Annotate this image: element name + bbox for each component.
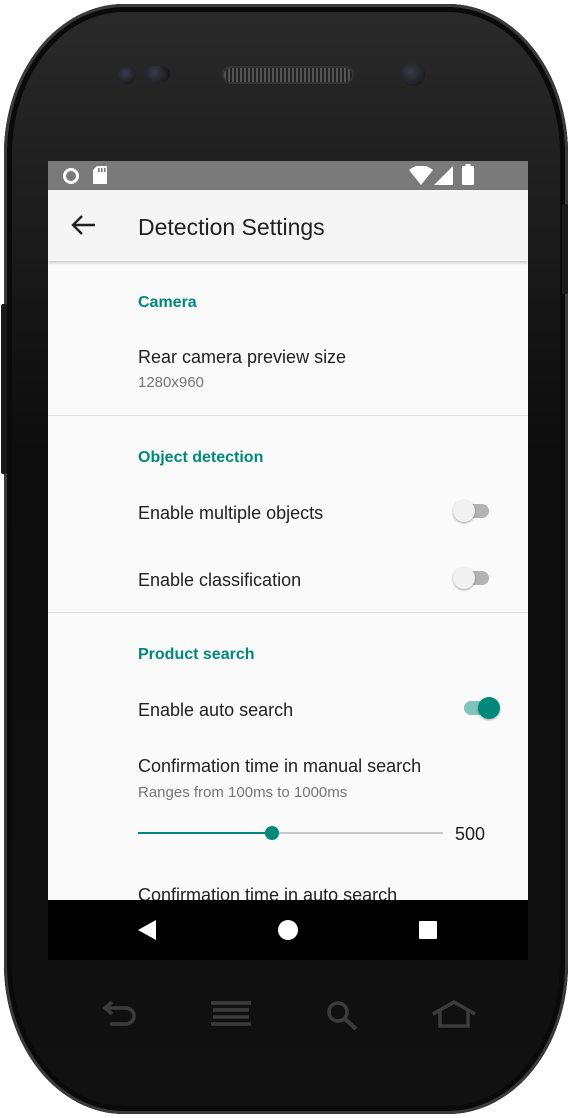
switch-thumb <box>478 697 500 719</box>
status-bar <box>48 161 528 190</box>
multiple-objects-switch[interactable] <box>453 500 495 522</box>
pref-title: Enable auto search <box>138 700 294 720</box>
pref-title: Confirmation time in manual search <box>138 756 422 776</box>
recents-square-icon[interactable] <box>419 921 437 939</box>
earpiece-speaker <box>224 68 352 82</box>
hw-home-icon[interactable] <box>431 1000 477 1028</box>
back-triangle-icon[interactable] <box>138 920 158 940</box>
slider-track-active <box>138 832 272 834</box>
sd-card-icon <box>93 166 107 184</box>
pref-confirmation-time-manual: Confirmation time in manual search Range… <box>48 746 528 856</box>
cell-signal-icon <box>434 166 453 185</box>
app-bar: Detection Settings <box>48 190 528 261</box>
screen: Detection Settings Camera Rear camera pr… <box>48 161 528 960</box>
back-arrow-icon[interactable] <box>70 214 96 236</box>
pref-enable-classification[interactable]: Enable classification <box>48 546 528 612</box>
pref-rear-camera-preview-size[interactable]: Rear camera preview size 1280x960 <box>48 331 528 415</box>
wifi-icon <box>409 166 433 185</box>
slider-thumb[interactable] <box>265 826 279 840</box>
navigation-bar <box>48 900 528 960</box>
switch-thumb <box>453 567 475 589</box>
hw-back-icon[interactable] <box>100 1000 138 1030</box>
pref-title: Enable classification <box>138 570 302 590</box>
power-button <box>562 204 568 294</box>
category-camera: Camera <box>138 294 197 311</box>
classification-switch[interactable] <box>453 567 495 589</box>
category-object-detection: Object detection <box>138 449 264 466</box>
hw-search-icon[interactable] <box>325 1000 359 1030</box>
battery-icon <box>462 164 474 185</box>
circle-notification-icon <box>63 168 79 184</box>
pref-summary: Ranges from 100ms to 1000ms <box>138 784 348 801</box>
pref-summary: 1280x960 <box>138 374 204 391</box>
front-camera-icon <box>401 62 425 86</box>
sensor-icon <box>118 66 136 84</box>
pref-enable-multiple-objects[interactable]: Enable multiple objects <box>48 479 528 545</box>
pref-enable-auto-search[interactable]: Enable auto search <box>48 676 528 742</box>
page-title: Detection Settings <box>138 214 325 240</box>
volume-button <box>1 304 7 474</box>
switch-thumb <box>453 500 475 522</box>
manual-search-slider[interactable] <box>138 822 443 844</box>
divider <box>48 415 528 416</box>
category-product-search: Product search <box>138 646 255 663</box>
pref-title: Enable multiple objects <box>138 503 324 523</box>
divider <box>48 612 528 613</box>
pref-title: Rear camera preview size <box>138 347 347 367</box>
sensor-icon <box>144 66 170 82</box>
hw-menu-icon[interactable] <box>211 1000 251 1028</box>
home-circle-icon[interactable] <box>277 919 299 941</box>
slider-value: 500 <box>455 824 486 844</box>
auto-search-switch[interactable] <box>462 697 504 719</box>
